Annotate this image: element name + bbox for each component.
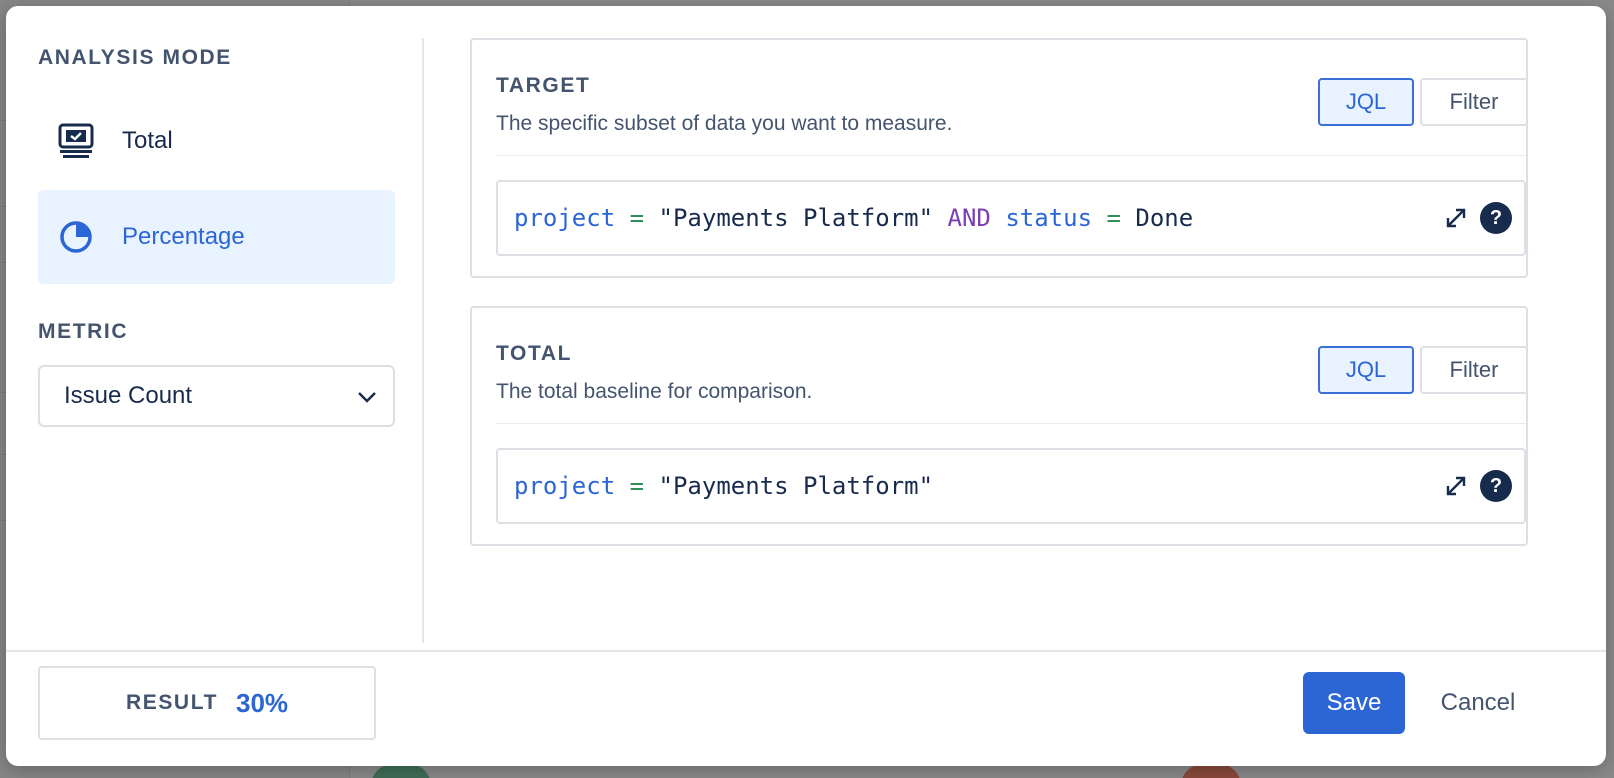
jql-field: project	[514, 472, 616, 500]
mode-option-percentage[interactable]: Percentage	[38, 190, 395, 284]
total-description: The total baseline for comparison.	[496, 380, 813, 403]
total-jql-toggle[interactable]: JQL	[1318, 346, 1414, 394]
card-divider	[496, 423, 1526, 424]
jql-value: Done	[1135, 204, 1194, 232]
total-filter-toggle[interactable]: Filter	[1420, 346, 1528, 394]
expand-icon[interactable]	[1442, 202, 1470, 234]
mode-option-total[interactable]: Total	[38, 94, 395, 188]
target-title: TARGET	[496, 74, 591, 97]
card-divider	[496, 155, 1526, 156]
monitor-check-icon	[56, 121, 96, 161]
expand-icon[interactable]	[1442, 470, 1470, 502]
target-filter-toggle[interactable]: Filter	[1420, 78, 1528, 126]
target-jql-input[interactable]: project = "Payments Platform" AND status…	[496, 180, 1526, 256]
chevron-down-icon	[357, 382, 377, 410]
query-actions: ?	[1442, 202, 1512, 234]
jql-value: "Payments Platform"	[658, 472, 934, 500]
save-button[interactable]: Save	[1303, 672, 1405, 734]
metric-select-value: Issue Count	[64, 382, 193, 409]
total-card: TOTAL The total baseline for comparison.…	[470, 306, 1528, 546]
jql-operator: =	[1106, 204, 1121, 232]
target-description: The specific subset of data you want to …	[496, 112, 953, 135]
result-value: 30%	[236, 687, 289, 718]
target-jql-toggle[interactable]: JQL	[1318, 78, 1414, 126]
jql-operator: =	[629, 204, 645, 232]
jql-operator: =	[629, 472, 645, 500]
help-icon[interactable]: ?	[1480, 470, 1512, 502]
result-display: RESULT 30%	[38, 666, 376, 740]
metric-select[interactable]: Issue Count	[38, 365, 395, 427]
analysis-modal: ANALYSIS MODE Total Percentage METRIC Is…	[6, 6, 1606, 766]
total-jql-input[interactable]: project = "Payments Platform" ?	[496, 448, 1526, 524]
target-card: TARGET The specific subset of data you w…	[470, 38, 1528, 278]
analysis-mode-label: ANALYSIS MODE	[38, 46, 232, 69]
help-icon[interactable]: ?	[1480, 202, 1512, 234]
query-actions: ?	[1442, 470, 1512, 502]
jql-keyword: AND	[947, 204, 991, 232]
result-label: RESULT	[125, 691, 218, 714]
mode-option-label: Total	[122, 127, 173, 154]
jql-field: status	[1005, 204, 1093, 232]
cancel-button[interactable]: Cancel	[1420, 672, 1536, 734]
pie-chart-icon	[56, 217, 96, 257]
jql-value: "Payments Platform"	[658, 204, 934, 232]
modal-footer: RESULT 30% Save Cancel	[6, 650, 1606, 766]
jql-field: project	[514, 204, 616, 232]
sidebar-divider	[422, 38, 424, 643]
total-title: TOTAL	[496, 342, 573, 365]
metric-label: METRIC	[38, 320, 129, 343]
mode-option-label: Percentage	[122, 223, 245, 250]
